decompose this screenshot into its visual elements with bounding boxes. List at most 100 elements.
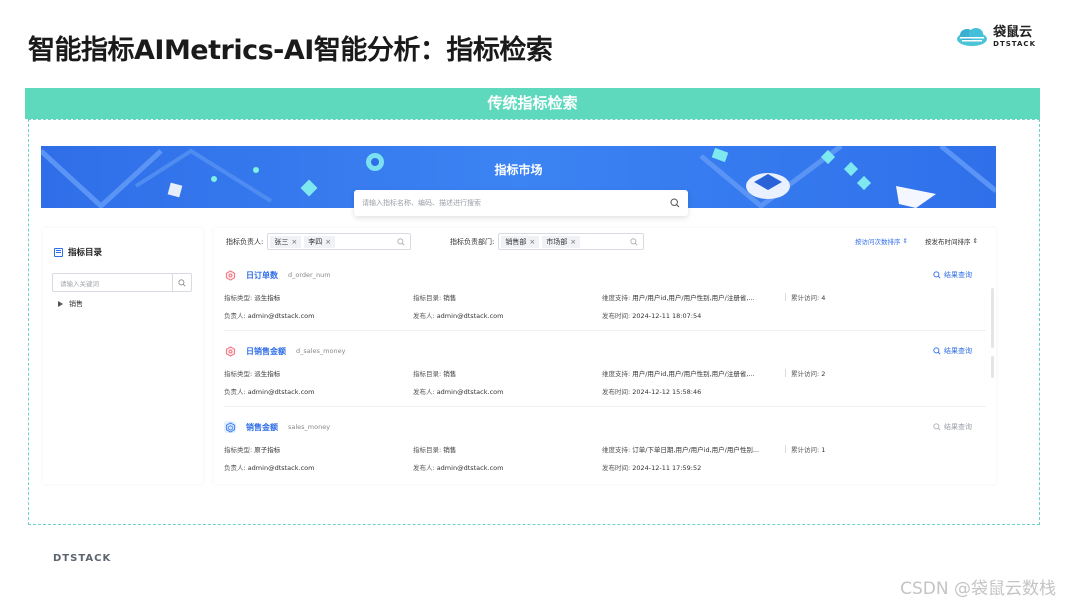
- slide: 智能指标AIMetrics-AI智能分析：指标检索 袋鼠云 DTSTACK 传统…: [0, 0, 1080, 603]
- metric-publish-time: 2024-12-12 15:58:46: [632, 388, 702, 396]
- sort-by-visits-button[interactable]: 按访问次数排序 ⇕: [855, 236, 908, 246]
- dept-tag-label: 销售部: [505, 237, 527, 246]
- owner-filter-select[interactable]: 张三 × 李四 ×: [267, 233, 412, 250]
- type-label: 指标类型:: [224, 446, 253, 454]
- metric-code: sales_money: [288, 423, 331, 431]
- section-banner: 传统指标检索: [25, 88, 1040, 119]
- derived-metric-icon: [224, 269, 236, 281]
- search-icon: [933, 271, 941, 279]
- dept-tag: 市场部 ×: [542, 235, 581, 248]
- close-icon[interactable]: ×: [291, 238, 297, 246]
- metric-row[interactable]: 日订单数 d_order_num 结果查询 指标类型: 派生指标 指标目录: 销售 …: [224, 261, 986, 331]
- sort-icon: ⇕: [902, 237, 908, 245]
- dept-filter: 指标负责部门: 销售部 × 市场部 ×: [450, 233, 645, 250]
- metric-row[interactable]: 日销售金额 d_sales_money 结果查询 指标类型: 派生指标 指标目录:…: [224, 337, 986, 407]
- search-icon: [933, 423, 941, 431]
- close-icon[interactable]: ×: [529, 238, 535, 246]
- catalog-label: 指标目录:: [413, 370, 442, 378]
- metric-list-panel: 指标负责人: 张三 × 李四 × 指标负责部门: 销售部 × 市场部 × 按访问次数排序…: [214, 228, 996, 484]
- metric-type: 派生指标: [254, 370, 281, 378]
- result-query-link-disabled[interactable]: 结果查询: [933, 422, 972, 432]
- visits-label: 累计访问:: [791, 294, 820, 302]
- scrollbar-thumb[interactable]: [991, 356, 994, 378]
- publish-time-label: 发布时间:: [602, 464, 631, 472]
- close-icon[interactable]: ×: [570, 238, 576, 246]
- market-search-placeholder: 请输入指标名称、编码、描述进行搜索: [362, 199, 481, 207]
- catalog-search-input[interactable]: 请输入关键词: [52, 273, 192, 292]
- owner-label: 负责人:: [224, 388, 246, 396]
- catalog-search-button[interactable]: [172, 274, 191, 291]
- brand-logo: 袋鼠云 DTSTACK: [955, 26, 1036, 48]
- dims-label: 维度支持:: [602, 294, 631, 302]
- metric-dims: 用户/用户id,用户/用户性别,用户/注册省,...: [632, 370, 755, 378]
- logo-en: DTSTACK: [993, 40, 1036, 48]
- page-title: 智能指标AIMetrics-AI智能分析：指标检索: [28, 35, 553, 66]
- dept-filter-select[interactable]: 销售部 × 市场部 ×: [498, 233, 645, 250]
- metric-publisher: admin@dtstack.com: [436, 464, 504, 472]
- metric-catalog: 销售: [443, 294, 457, 302]
- sort-by-visits-label: 按访问次数排序: [855, 238, 901, 246]
- metric-visits: 1: [821, 446, 826, 454]
- result-query-label: 结果查询: [944, 423, 972, 431]
- tree-item-label: 销售: [69, 300, 83, 308]
- search-icon: [630, 238, 638, 246]
- metric-owner: admin@dtstack.com: [247, 388, 315, 396]
- publisher-label: 发布人:: [413, 312, 435, 320]
- divider: [785, 293, 786, 301]
- publish-time-label: 发布时间:: [602, 312, 631, 320]
- metric-code: d_sales_money: [296, 347, 346, 355]
- metric-owner: admin@dtstack.com: [247, 464, 315, 472]
- chevron-right-icon[interactable]: [58, 301, 63, 307]
- footer-brand: DTSTACK: [53, 553, 112, 564]
- search-icon[interactable]: [670, 198, 680, 208]
- catalog-title: 指标目录: [54, 246, 102, 258]
- publisher-label: 发布人:: [413, 388, 435, 396]
- dims-label: 维度支持:: [602, 446, 631, 454]
- owner-tag-label: 张三: [274, 237, 289, 246]
- metric-owner: admin@dtstack.com: [247, 312, 315, 320]
- result-query-link[interactable]: 结果查询: [933, 346, 972, 356]
- type-label: 指标类型:: [224, 370, 253, 378]
- metric-type: 原子指标: [254, 446, 281, 454]
- result-query-link[interactable]: 结果查询: [933, 270, 972, 280]
- owner-tag: 张三 ×: [270, 235, 302, 248]
- dept-tag: 销售部 ×: [501, 235, 540, 248]
- catalog-search-placeholder: 请输入关键词: [60, 279, 99, 288]
- search-icon: [178, 278, 186, 287]
- search-icon: [933, 347, 941, 355]
- metric-row[interactable]: 销售金额 sales_money 结果查询 指标类型: 原子指标 指标目录: 销售 …: [224, 413, 986, 483]
- watermark: CSDN @袋鼠云数栈: [900, 579, 1056, 599]
- logo-cloud-icon: [957, 28, 988, 46]
- result-query-label: 结果查询: [944, 271, 972, 279]
- catalog-sidebar: 指标目录 请输入关键词 销售: [43, 228, 203, 484]
- catalog-icon: [54, 247, 63, 257]
- tree-item-sales[interactable]: 销售: [58, 299, 83, 309]
- market-search-input[interactable]: 请输入指标名称、编码、描述进行搜索: [354, 190, 688, 216]
- metric-visits: 4: [821, 294, 826, 302]
- result-query-label: 结果查询: [944, 347, 972, 355]
- divider: [785, 445, 786, 453]
- metric-type: 派生指标: [254, 294, 281, 302]
- logo-cn: 袋鼠云: [993, 25, 1033, 40]
- metric-dims: 订单/下单日期,用户/用户id,用户/用户性别...: [632, 446, 760, 454]
- type-label: 指标类型:: [224, 294, 253, 302]
- catalog-title-text: 指标目录: [68, 248, 103, 258]
- sort-by-publish-button[interactable]: 按发布时间排序 ⇕: [925, 236, 978, 246]
- metric-name[interactable]: 销售金额: [246, 422, 278, 433]
- close-icon[interactable]: ×: [325, 238, 331, 246]
- metric-catalog: 销售: [443, 446, 457, 454]
- scrollbar[interactable]: [991, 288, 994, 348]
- metric-publish-time: 2024-12-11 17:59:52: [632, 464, 702, 472]
- dims-label: 维度支持:: [602, 370, 631, 378]
- publisher-label: 发布人:: [413, 464, 435, 472]
- metric-visits: 2: [821, 370, 826, 378]
- metric-name[interactable]: 日销售金额: [246, 346, 286, 357]
- atomic-metric-icon: [224, 421, 236, 433]
- metric-catalog: 销售: [443, 370, 457, 378]
- metric-name[interactable]: 日订单数: [246, 270, 278, 281]
- publish-time-label: 发布时间:: [602, 388, 631, 396]
- metric-publish-time: 2024-12-11 18:07:54: [632, 312, 702, 320]
- derived-metric-icon: [224, 345, 236, 357]
- owner-tag-label: 李四: [308, 237, 323, 246]
- metric-dims: 用户/用户id,用户/用户性别,用户/注册省,...: [632, 294, 755, 302]
